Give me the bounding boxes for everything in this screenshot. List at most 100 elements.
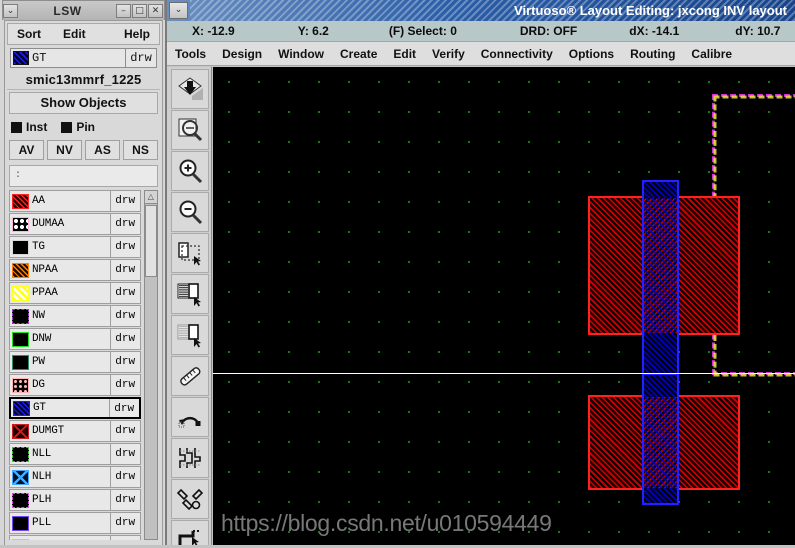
layer-row-npaa[interactable]: NPAA drw bbox=[9, 259, 141, 281]
status-drd-value: OFF bbox=[553, 24, 578, 38]
status-dy-label: dY: bbox=[735, 24, 754, 38]
status-bar: X: -12.9 Y: 6.2 (F) Select: 0 DRD: OFF d… bbox=[167, 21, 795, 42]
lsw-close-icon[interactable]: ✕ bbox=[148, 3, 163, 18]
scroll-thumb[interactable] bbox=[144, 205, 157, 277]
ruler-icon[interactable] bbox=[171, 356, 209, 396]
layer-purpose: drw bbox=[109, 260, 140, 280]
status-dy-value: 10.7 bbox=[757, 24, 781, 38]
layer-swatch-icon bbox=[12, 469, 29, 485]
menu-tools[interactable]: Tools bbox=[167, 47, 214, 61]
status-dx: dX: -14.1 bbox=[629, 24, 679, 38]
inst-checkbox[interactable] bbox=[11, 121, 22, 133]
scroll-up-arrow-icon[interactable]: △ bbox=[144, 191, 157, 204]
zoom-in-icon[interactable] bbox=[171, 151, 209, 191]
layer-name: NW bbox=[32, 310, 45, 322]
none-selectable-button[interactable]: NS bbox=[123, 140, 158, 160]
menu-connectivity[interactable]: Connectivity bbox=[473, 47, 561, 61]
menu-create[interactable]: Create bbox=[332, 47, 385, 61]
select-area-icon[interactable] bbox=[171, 233, 209, 273]
virtuoso-window-menu-icon[interactable]: ⌄ bbox=[169, 2, 188, 19]
menu-calibre[interactable]: Calibre bbox=[683, 47, 740, 61]
layer-purpose: drw bbox=[109, 375, 140, 395]
all-selectable-button[interactable]: AS bbox=[85, 140, 120, 160]
lsw-maximize-icon[interactable]: □ bbox=[132, 3, 147, 18]
status-drd: DRD: OFF bbox=[520, 24, 577, 38]
menu-design[interactable]: Design bbox=[214, 47, 270, 61]
lsw-title: LSW bbox=[53, 3, 82, 18]
layout-canvas[interactable]: https://blog.csdn.net/u010594449 bbox=[213, 67, 795, 548]
lsw-menu-edit[interactable]: Edit bbox=[63, 27, 86, 41]
status-y: Y: 6.2 bbox=[298, 24, 329, 38]
menu-window[interactable]: Window bbox=[270, 47, 332, 61]
status-x-value: -12.9 bbox=[207, 24, 235, 38]
current-layer-purpose: drw bbox=[125, 49, 156, 67]
path-icon[interactable] bbox=[171, 520, 209, 548]
zoom-out-icon[interactable] bbox=[171, 192, 209, 232]
layer-row-nlh[interactable]: NLH drw bbox=[9, 466, 141, 488]
lsw-menu-help[interactable]: Help bbox=[124, 27, 150, 41]
layer-swatch-icon bbox=[12, 262, 29, 278]
lsw-body: Sort Edit Help GT drw smic13mmrf_1225 Sh… bbox=[4, 20, 163, 546]
layer-list-area: AA drw DUMAA drw TG drw NPAA drw PPAA drw NW drw DNW… bbox=[9, 190, 158, 540]
layer-row-ppaa[interactable]: PPAA drw bbox=[9, 282, 141, 304]
status-x-label: X: bbox=[192, 24, 204, 38]
layer-name: PW bbox=[32, 356, 45, 368]
status-y-value: 6.2 bbox=[312, 24, 329, 38]
layer-row-dumgt[interactable]: DUMGT drw bbox=[9, 420, 141, 442]
layer-row-gt[interactable]: GT drw bbox=[9, 397, 141, 419]
status-select-label: (F) Select: bbox=[388, 24, 447, 38]
lsw-minimize-icon[interactable]: – bbox=[116, 3, 131, 18]
menu-verify[interactable]: Verify bbox=[424, 47, 473, 61]
layer-row-plh[interactable]: PLH drw bbox=[9, 489, 141, 511]
layer-name: PLL bbox=[32, 517, 52, 529]
layer-name: DNW bbox=[32, 333, 52, 345]
layer-swatch-icon bbox=[12, 285, 29, 301]
layer-row-aa[interactable]: AA drw bbox=[9, 190, 141, 212]
layer-row-nll[interactable]: NLL drw bbox=[9, 443, 141, 465]
lsw-window: ⌄ LSW – □ ✕ Sort Edit Help GT drw smic13… bbox=[0, 0, 167, 548]
menu-options[interactable]: Options bbox=[561, 47, 622, 61]
layout-gen-icon[interactable] bbox=[171, 438, 209, 478]
layer-row-dg[interactable]: DG drw bbox=[9, 374, 141, 396]
layer-row-nw[interactable]: NW drw bbox=[9, 305, 141, 327]
save-design-icon[interactable] bbox=[171, 69, 209, 109]
zoom-fit-icon[interactable] bbox=[171, 110, 209, 150]
layer-name: AA bbox=[32, 195, 45, 207]
lsw-menu-sort[interactable]: Sort bbox=[17, 27, 41, 41]
layer-swatch-icon bbox=[12, 331, 29, 347]
layer-list-scrollbar[interactable]: △ bbox=[143, 190, 158, 540]
layer-row-tg[interactable]: TG drw bbox=[9, 236, 141, 258]
layer-row-pll[interactable]: PLL drw bbox=[9, 512, 141, 534]
tools-icon[interactable] bbox=[171, 479, 209, 519]
layer-row-dumaa[interactable]: DUMAA drw bbox=[9, 213, 141, 235]
layer-purpose: drw bbox=[109, 352, 140, 372]
layer-name: DUMGT bbox=[32, 425, 65, 437]
vertical-toolbar bbox=[167, 67, 212, 548]
layer-name: DG bbox=[32, 379, 45, 391]
current-layer-row[interactable]: GT drw bbox=[10, 48, 157, 68]
layer-filter-input[interactable]: : bbox=[9, 165, 158, 187]
layer-name: NLL bbox=[32, 448, 52, 460]
layer-purpose: drw bbox=[109, 237, 140, 257]
layer-swatch-icon bbox=[12, 377, 29, 393]
none-visible-button[interactable]: NV bbox=[47, 140, 82, 160]
hierarchy-down-icon[interactable] bbox=[171, 274, 209, 314]
layer-swatch-icon bbox=[12, 492, 29, 508]
layer-row-dnw[interactable]: DNW drw bbox=[9, 328, 141, 350]
layer-name: GT bbox=[33, 402, 46, 414]
layer-row-pw[interactable]: PW drw bbox=[9, 351, 141, 373]
status-select: (F) Select: 0 bbox=[389, 24, 457, 38]
layer-row-hrp[interactable]: HRPdrw bbox=[9, 535, 141, 540]
lsw-menu-icon[interactable]: ⌄ bbox=[3, 3, 18, 18]
menu-edit[interactable]: Edit bbox=[385, 47, 424, 61]
menu-routing[interactable]: Routing bbox=[622, 47, 683, 61]
layer-list[interactable]: AA drw DUMAA drw TG drw NPAA drw PPAA drw NW drw DNW… bbox=[9, 190, 141, 540]
pin-checkbox[interactable] bbox=[61, 121, 73, 133]
all-visible-button[interactable]: AV bbox=[9, 140, 44, 160]
show-objects-button[interactable]: Show Objects bbox=[9, 92, 158, 114]
layer-purpose: drw bbox=[109, 214, 140, 234]
undo-icon[interactable] bbox=[171, 397, 209, 437]
hierarchy-up-icon[interactable] bbox=[171, 315, 209, 355]
layer-name: TG bbox=[32, 241, 45, 253]
layer-swatch-icon bbox=[12, 515, 29, 531]
